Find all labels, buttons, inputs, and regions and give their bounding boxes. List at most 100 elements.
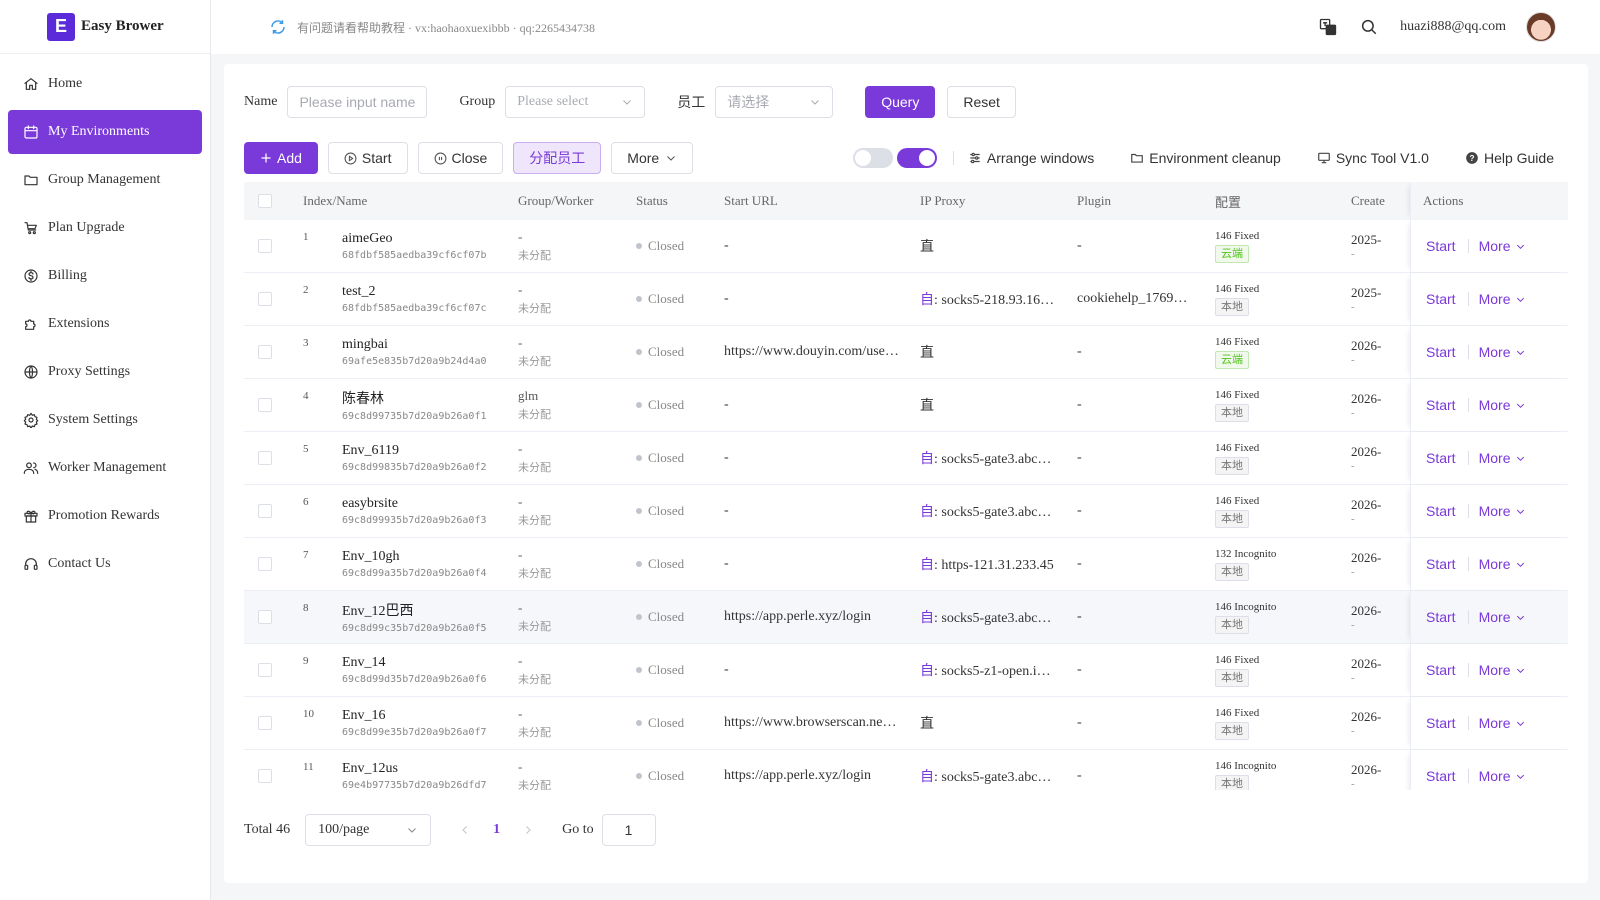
create-sub: - <box>1351 354 1355 366</box>
row-checkbox[interactable] <box>258 345 272 359</box>
sidebar-item-plan-upgrade[interactable]: Plan Upgrade <box>8 206 202 250</box>
row-start-button[interactable]: Start <box>1426 715 1456 731</box>
name-input[interactable]: Please input name <box>287 86 428 118</box>
row-more-label: More <box>1478 450 1511 466</box>
env-name[interactable]: Env_10gh <box>342 549 400 565</box>
row-checkbox[interactable] <box>258 292 272 306</box>
avatar[interactable] <box>1526 12 1556 42</box>
header-index-name: Index/Name <box>303 193 368 208</box>
environment-cleanup-link[interactable]: Environment cleanup <box>1130 150 1281 166</box>
row-checkbox[interactable] <box>258 239 272 253</box>
env-name[interactable]: 陈春林 <box>342 388 384 408</box>
sidebar-item-system-settings[interactable]: System Settings <box>8 398 202 442</box>
chevron-left-icon[interactable] <box>459 824 471 836</box>
env-name[interactable]: Env_6119 <box>342 443 399 459</box>
row-more-button[interactable]: More <box>1479 291 1527 307</box>
row-more-button[interactable]: More <box>1479 450 1527 466</box>
sidebar-item-promotion-rewards[interactable]: Promotion Rewards <box>8 494 202 538</box>
row-checkbox[interactable] <box>258 610 272 624</box>
toggle-switch-on[interactable] <box>896 148 937 168</box>
sidebar-item-group-management[interactable]: Group Management <box>8 158 202 202</box>
row-more-button[interactable]: More <box>1479 344 1527 360</box>
row-more-button[interactable]: More <box>1479 768 1527 784</box>
sidebar-item-contact-us[interactable]: Contact Us <box>8 542 202 586</box>
env-name[interactable]: mingbai <box>342 337 388 353</box>
translate-icon[interactable] <box>1318 17 1338 37</box>
sidebar-item-worker-management[interactable]: Worker Management <box>8 446 202 490</box>
row-start-button[interactable]: Start <box>1426 662 1456 678</box>
sidebar-item-proxy-settings[interactable]: Proxy Settings <box>8 350 202 394</box>
env-name[interactable]: aimeGeo <box>342 231 393 247</box>
row-start-button[interactable]: Start <box>1426 450 1456 466</box>
ip-proxy-cell: 直 <box>920 379 1060 431</box>
row-more-button[interactable]: More <box>1479 556 1527 572</box>
row-more-button[interactable]: More <box>1479 662 1527 678</box>
row-start-button[interactable]: Start <box>1426 609 1456 625</box>
row-checkbox[interactable] <box>258 769 272 783</box>
refresh-icon[interactable] <box>269 18 287 36</box>
env-name[interactable]: test_2 <box>342 284 375 300</box>
start-url-cell: - <box>724 644 904 696</box>
select-all-checkbox[interactable] <box>258 194 272 208</box>
row-start-button[interactable]: Start <box>1426 397 1456 413</box>
proxy-type: 自 <box>920 770 934 785</box>
add-button[interactable]: Add <box>244 142 318 174</box>
start-url: - <box>724 503 729 518</box>
row-start-button[interactable]: Start <box>1426 503 1456 519</box>
row-start-button[interactable]: Start <box>1426 556 1456 572</box>
row-checkbox[interactable] <box>258 451 272 465</box>
row-start-button[interactable]: Start <box>1426 344 1456 360</box>
row-checkbox[interactable] <box>258 663 272 677</box>
goto-input[interactable]: 1 <box>601 814 656 846</box>
row-more-button[interactable]: More <box>1479 397 1527 413</box>
row-start-button[interactable]: Start <box>1426 291 1456 307</box>
add-label: Add <box>277 150 302 166</box>
assign-worker-button[interactable]: 分配员工 <box>513 142 602 174</box>
header-actions: Actions <box>1410 182 1568 220</box>
worker-select[interactable]: 请选择 <box>715 86 834 118</box>
sidebar-item-billing[interactable]: Billing <box>8 254 202 298</box>
row-more-button[interactable]: More <box>1479 503 1527 519</box>
row-start-button[interactable]: Start <box>1426 768 1456 784</box>
row-checkbox[interactable] <box>258 716 272 730</box>
env-name[interactable]: Env_14 <box>342 655 386 671</box>
status-badge: Closed <box>636 326 684 378</box>
reset-button[interactable]: Reset <box>947 86 1016 118</box>
cart-icon <box>24 222 37 235</box>
goto-page: Go to 1 <box>562 814 656 846</box>
create-cell: 2026- - <box>1351 326 1381 378</box>
search-icon[interactable] <box>1360 18 1378 36</box>
page-size-select[interactable]: 100/page <box>305 814 432 846</box>
brand[interactable]: E Easy Brower <box>0 0 210 54</box>
toggle-switch-off[interactable] <box>852 148 893 168</box>
group-value: - <box>518 335 523 350</box>
env-name[interactable]: easybrsite <box>342 496 398 512</box>
env-name[interactable]: Env_16 <box>342 708 386 724</box>
more-button[interactable]: More <box>611 142 694 174</box>
start-button[interactable]: Start <box>327 142 408 174</box>
sidebar-item-my-environments[interactable]: My Environments <box>8 110 202 154</box>
close-button[interactable]: Close <box>417 142 504 174</box>
group-select[interactable]: Please select <box>505 86 646 118</box>
chevron-down-icon <box>623 100 632 105</box>
sidebar-item-home[interactable]: Home <box>8 62 202 106</box>
config-cell: 146 Fixed 本地 <box>1215 379 1259 431</box>
row-checkbox[interactable] <box>258 504 272 518</box>
help-guide-link[interactable]: ? Help Guide <box>1465 150 1554 166</box>
chevron-right-icon[interactable] <box>522 824 534 836</box>
sync-tool-link[interactable]: Sync Tool V1.0 <box>1317 150 1429 166</box>
row-checkbox[interactable] <box>258 398 272 412</box>
row-more-button[interactable]: More <box>1479 609 1527 625</box>
sidebar-item-extensions[interactable]: Extensions <box>8 302 202 346</box>
arrange-windows-link[interactable]: Arrange windows <box>968 150 1094 166</box>
env-name[interactable]: Env_12巴西 <box>342 600 414 620</box>
env-name[interactable]: Env_12us <box>342 761 398 777</box>
row-checkbox[interactable] <box>258 557 272 571</box>
row-more-button[interactable]: More <box>1479 715 1527 731</box>
row-more-button[interactable]: More <box>1479 238 1527 254</box>
table-row: 1 aimeGeo 68fdbf585aedba39cf6cf07b - 未分配 Clos… <box>244 220 1568 273</box>
row-start-button[interactable]: Start <box>1426 238 1456 254</box>
query-button[interactable]: Query <box>865 86 936 118</box>
user-email[interactable]: huazi888@qq.com <box>1400 19 1506 35</box>
current-page[interactable]: 1 <box>493 822 500 838</box>
